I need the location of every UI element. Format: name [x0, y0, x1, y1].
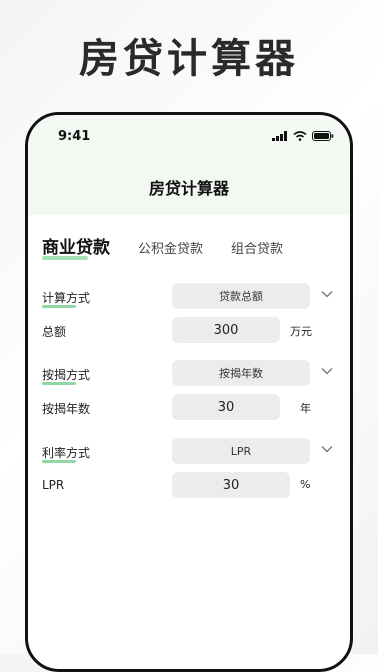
mortgage-method-row: 按揭方式 按揭年数 — [42, 360, 336, 388]
total-input[interactable]: 300 — [172, 317, 280, 343]
mortgage-method-label: 按揭方式 — [42, 368, 91, 385]
years-input[interactable]: 30 — [172, 394, 280, 420]
tab-commercial-loan[interactable]: 商业贷款 — [42, 233, 110, 260]
calc-method-select[interactable]: 贷款总额 — [172, 283, 310, 309]
chevron-down-icon[interactable] — [321, 366, 333, 376]
total-row: 总额 300 万元 — [42, 317, 336, 345]
total-label: 总额 — [42, 325, 67, 339]
years-unit: 年 — [300, 402, 311, 415]
status-icons — [272, 131, 334, 141]
tab-provident-fund-loan[interactable]: 公积金贷款 — [138, 238, 203, 257]
rate-method-select[interactable]: LPR — [172, 438, 310, 464]
wifi-icon — [293, 131, 307, 141]
lpr-row: LPR 30 % — [42, 472, 336, 500]
promo-title: 房贷计算器 — [79, 35, 299, 82]
chevron-down-icon[interactable] — [321, 289, 333, 299]
calc-method-row: 计算方式 贷款总额 — [42, 283, 336, 311]
lpr-input[interactable]: 30 — [172, 472, 290, 498]
lpr-unit: % — [300, 478, 311, 491]
years-row: 按揭年数 30 年 — [42, 394, 336, 422]
chevron-down-icon[interactable] — [321, 444, 333, 454]
mortgage-method-select[interactable]: 按揭年数 — [172, 360, 310, 386]
rate-method-label: 利率方式 — [42, 446, 91, 463]
signal-icon — [272, 131, 287, 141]
calc-method-label: 计算方式 — [42, 291, 91, 308]
tab-combined-loan[interactable]: 组合贷款 — [231, 238, 283, 257]
phone-frame: 9:41 房贷计算器 商业贷款 公积金贷款 组合贷款 计算方式 贷款总额 总额 … — [25, 112, 353, 672]
battery-icon — [312, 131, 334, 141]
total-unit: 万元 — [290, 325, 312, 338]
app-title: 房贷计算器 — [148, 179, 229, 198]
years-label: 按揭年数 — [42, 402, 91, 416]
lpr-label: LPR — [42, 478, 65, 492]
rate-method-row: 利率方式 LPR — [42, 438, 336, 466]
status-time: 9:41 — [58, 129, 91, 144]
app-header: 9:41 房贷计算器 — [28, 115, 350, 215]
loan-type-tabs: 商业贷款 公积金贷款 组合贷款 — [42, 233, 311, 260]
